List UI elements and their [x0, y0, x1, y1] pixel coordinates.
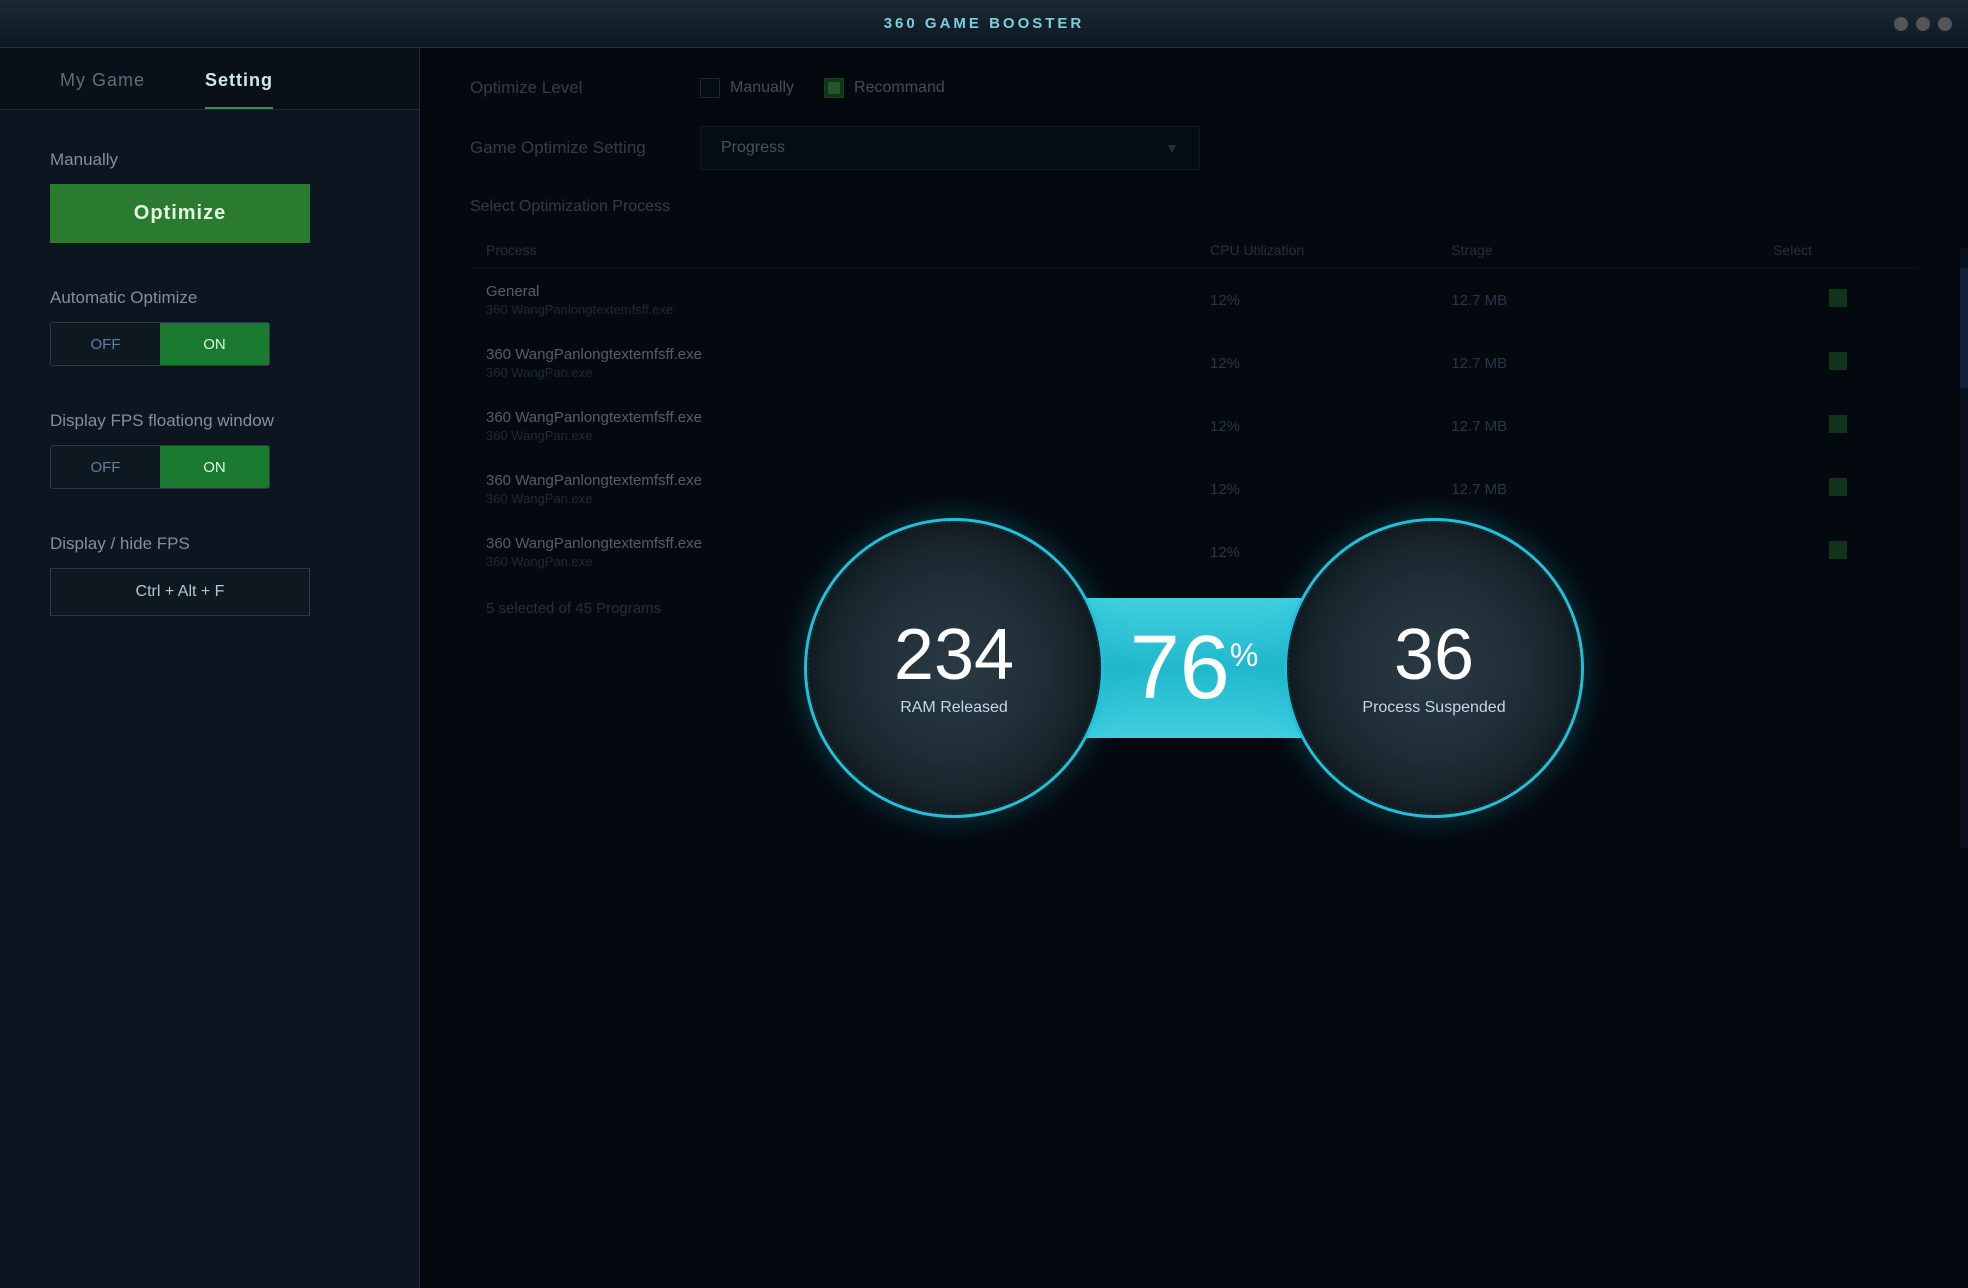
cpu-label: Process Suspended	[1362, 699, 1505, 717]
hotkey-display: Ctrl + Alt + F	[50, 568, 310, 616]
popup-overlay: 234 RAM Released 76 % 36 Process Suspend…	[420, 48, 1968, 1288]
fps-window-label: Display FPS floationg window	[50, 411, 369, 431]
percent-value: 76	[1130, 623, 1230, 713]
cpu-value: 36	[1394, 619, 1474, 691]
fps-hide-label: Display / hide FPS	[50, 534, 369, 554]
percent-symbol: %	[1230, 639, 1258, 671]
tab-setting[interactable]: Setting	[175, 48, 303, 109]
auto-optimize-off[interactable]: OFF	[51, 323, 160, 365]
window-controls	[1894, 17, 1952, 31]
tab-bar: My Game Setting	[0, 48, 419, 110]
center-percent-bar: 76 %	[1074, 598, 1314, 738]
auto-optimize-toggle[interactable]: OFF ON	[50, 322, 270, 366]
minimize-button[interactable]	[1894, 17, 1908, 31]
ram-gauge: 234 RAM Released	[804, 518, 1104, 818]
tab-my-game[interactable]: My Game	[30, 48, 175, 109]
popup-container: 234 RAM Released 76 % 36 Process Suspend…	[804, 518, 1584, 818]
app-title: 360 GAME BOOSTER	[884, 15, 1085, 32]
maximize-button[interactable]	[1916, 17, 1930, 31]
optimize-button[interactable]: Optimize	[50, 184, 310, 243]
manually-section: Manually Optimize	[50, 150, 369, 243]
manually-label: Manually	[50, 150, 369, 170]
auto-optimize-section: Automatic Optimize OFF ON	[50, 288, 369, 366]
cpu-gauge: 36 Process Suspended	[1284, 518, 1584, 818]
auto-optimize-label: Automatic Optimize	[50, 288, 369, 308]
fps-window-section: Display FPS floationg window OFF ON	[50, 411, 369, 489]
fps-hide-section: Display / hide FPS Ctrl + Alt + F	[50, 534, 369, 616]
ram-value: 234	[894, 619, 1014, 691]
left-content: Manually Optimize Automatic Optimize OFF…	[0, 110, 419, 656]
ram-label: RAM Released	[900, 699, 1008, 717]
close-button[interactable]	[1938, 17, 1952, 31]
fps-window-off[interactable]: OFF	[51, 446, 160, 488]
right-panel: Optimize Level Manually Recommand Game O…	[420, 48, 1968, 1288]
fps-window-toggle[interactable]: OFF ON	[50, 445, 270, 489]
left-panel: My Game Setting Manually Optimize Automa…	[0, 48, 420, 1288]
title-bar: 360 GAME BOOSTER	[0, 0, 1968, 48]
main-container: My Game Setting Manually Optimize Automa…	[0, 48, 1968, 1288]
auto-optimize-on[interactable]: ON	[160, 323, 269, 365]
fps-window-on[interactable]: ON	[160, 446, 269, 488]
